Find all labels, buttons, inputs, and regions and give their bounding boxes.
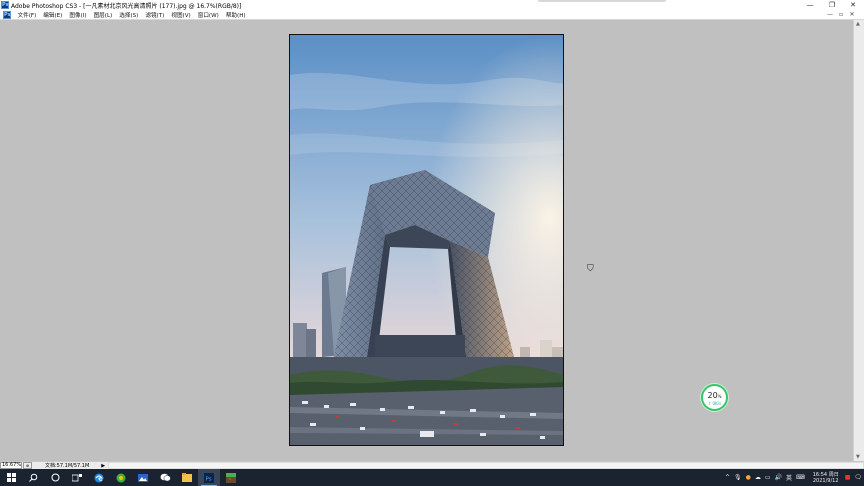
browser-icon[interactable] (110, 469, 132, 486)
explorer-icon[interactable] (176, 469, 198, 486)
photoshop-icon[interactable]: Ps (1, 1, 9, 9)
minimize-button[interactable]: — (800, 0, 820, 10)
volume-icon[interactable]: 🔊 (775, 474, 782, 481)
tray-chevron-icon[interactable]: ^ (725, 474, 730, 481)
network-icon[interactable]: ▭ (765, 474, 771, 481)
task-icon[interactable] (66, 469, 88, 486)
doc-restore-button[interactable]: ▫ (836, 10, 846, 20)
status-menu-arrow-icon[interactable]: ▶ (101, 463, 105, 469)
taskview-icon[interactable] (44, 469, 66, 486)
window-title: Adobe Photoshop CS3 - [一凡素材北京风光高清照片 (177… (11, 2, 242, 10)
zoom-input[interactable]: 16.67% (0, 462, 22, 469)
memory-usage-value: 20% (707, 391, 722, 400)
app-tray-icon[interactable]: ● (746, 474, 751, 481)
photos-icon[interactable] (132, 469, 154, 486)
action-center-icon[interactable]: 🗨 (854, 474, 862, 481)
search-icon[interactable] (22, 469, 44, 486)
photoshop-icon[interactable]: Ps (198, 469, 220, 486)
clock-time: 16:54 周日 (812, 471, 839, 478)
menu-view[interactable]: 视图(V) (168, 11, 194, 19)
menu-file[interactable]: 文件(F) (14, 11, 40, 19)
horizontal-scrollbar[interactable] (108, 462, 864, 469)
keyboard-icon[interactable]: ⌨ (796, 474, 805, 481)
menu-layer[interactable]: 图层(L) (90, 11, 116, 19)
scroll-up-icon[interactable]: ▲ (856, 21, 860, 27)
menu-image[interactable]: 图像(I) (66, 11, 90, 19)
cursor-icon: ⛉ (587, 264, 594, 274)
menu-edit[interactable]: 编辑(E) (40, 11, 66, 19)
restore-button[interactable]: ❐ (822, 0, 842, 10)
menu-select[interactable]: 选择(S) (116, 11, 142, 19)
cloud-icon[interactable]: ☁ (755, 474, 761, 481)
vertical-scrollbar[interactable]: ▲ ▼ (853, 20, 864, 461)
wechat-icon[interactable] (154, 469, 176, 486)
doc-close-button[interactable]: ✕ (847, 10, 857, 20)
network-speed-widget[interactable]: 20% ↑ 0K/s (701, 384, 728, 411)
taskbar: Ps ^ 🎙 ● ☁ ▭ 🔊 英 ⌨ 16:54 周日 2021/9/12 ■ … (0, 469, 864, 486)
menu-bar: Ps 文件(F) 编辑(E) 图像(I) 图层(L) 选择(S) 滤镜(T) 视… (0, 10, 864, 20)
ime-indicator[interactable]: 英 (786, 473, 792, 482)
menu-help[interactable]: 帮助(H) (222, 11, 249, 19)
clock[interactable]: 16:54 周日 2021/9/12 (813, 472, 839, 484)
start-icon[interactable] (0, 469, 22, 486)
minecraft-icon[interactable] (220, 469, 242, 486)
document-icon[interactable]: Ps (3, 10, 11, 19)
scroll-down-icon[interactable]: ▼ (856, 454, 860, 460)
document-size-info: 文档:57.1M/57.1M (45, 463, 90, 469)
title-bar: Ps Adobe Photoshop CS3 - [一凡素材北京风光高清照片 (… (0, 0, 864, 10)
image-canvas[interactable] (289, 34, 564, 446)
menu-filter[interactable]: 滤镜(T) (142, 11, 168, 19)
doc-minimize-button[interactable]: — (825, 10, 835, 20)
system-tray: ^ 🎙 ● ☁ ▭ 🔊 英 ⌨ 16:54 周日 2021/9/12 ■ 🗨 (723, 469, 864, 486)
clock-date: 2021/9/12 (812, 477, 839, 484)
upload-speed: ↑ 0K/s (707, 401, 722, 406)
menu-window[interactable]: 窗口(W) (194, 11, 222, 19)
title-drag-handle[interactable] (538, 0, 666, 2)
status-bar: 16.67% ⊕ 文档:57.1M/57.1M ▶ (0, 461, 864, 469)
svg-text:Ps: Ps (206, 476, 212, 482)
edge-icon[interactable] (88, 469, 110, 486)
zoom-icon[interactable]: ⊕ (23, 462, 32, 469)
notification-icon[interactable]: ■ (845, 474, 851, 481)
cctv-building-photo (290, 35, 563, 445)
microphone-icon[interactable]: 🎙 (734, 474, 742, 481)
close-button[interactable]: ✕ (843, 0, 863, 10)
